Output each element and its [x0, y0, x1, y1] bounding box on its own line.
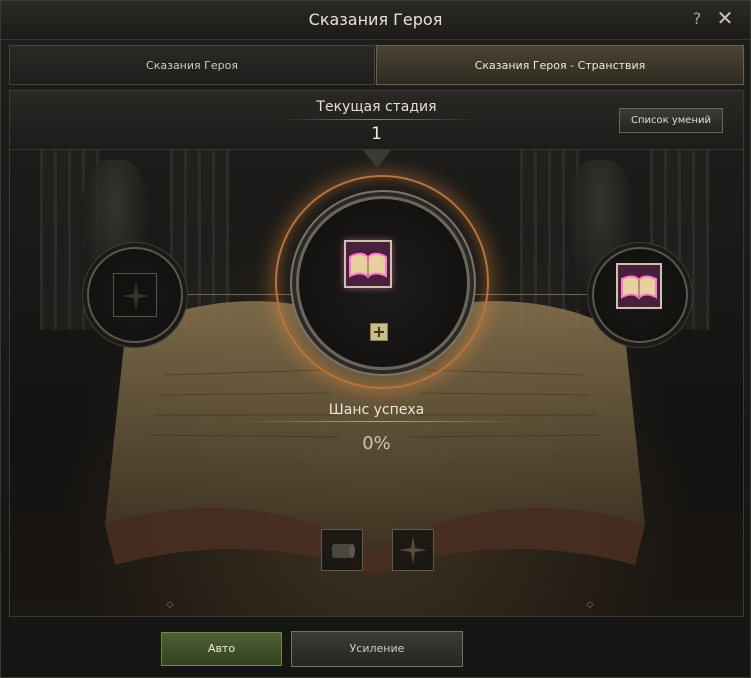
- tab-hero-tales[interactable]: Сказания Героя: [9, 45, 375, 85]
- previous-stage-node[interactable]: [87, 247, 183, 343]
- add-item-button[interactable]: +: [370, 323, 388, 341]
- enhance-button[interactable]: Усиление: [291, 631, 463, 667]
- tab-hero-tales-wanderings[interactable]: Сказания Героя - Странствия: [376, 45, 744, 85]
- material-slot-compass[interactable]: [392, 529, 434, 571]
- tab-bar: Сказания Героя Сказания Героя - Странств…: [9, 45, 744, 87]
- pink-book-icon: [618, 265, 660, 307]
- previous-stage-slot: [113, 273, 157, 317]
- hero-tales-window: Сказания Героя ? ✕ Сказания Героя Сказан…: [0, 0, 751, 678]
- success-chance-label: Шанс успеха: [328, 402, 425, 418]
- scroll-icon: [332, 544, 355, 558]
- current-stage-item[interactable]: [344, 240, 392, 288]
- material-slot-scroll[interactable]: [321, 529, 363, 571]
- close-icon[interactable]: ✕: [714, 7, 736, 29]
- divider: [240, 421, 520, 422]
- auto-button[interactable]: Авто: [161, 632, 282, 666]
- window-title: Сказания Героя: [308, 10, 443, 29]
- next-stage-item[interactable]: [616, 263, 662, 309]
- skill-list-button[interactable]: Список умений: [619, 108, 723, 133]
- success-chance-value: 0%: [362, 433, 391, 454]
- title-bar: Сказания Героя ? ✕: [1, 1, 750, 40]
- stage-header: Текущая стадия 1 Список умений: [10, 91, 743, 150]
- pink-book-icon: [346, 242, 390, 286]
- compass-star-icon: [399, 536, 427, 564]
- compass-star-icon: [122, 282, 150, 310]
- main-panel: Текущая стадия 1 Список умений + Шанс ус…: [9, 90, 744, 617]
- decorative-diamond-icon: ◇: [166, 600, 174, 610]
- stage-pointer-icon: [363, 150, 391, 168]
- help-icon[interactable]: ?: [688, 9, 706, 29]
- scene-background: + Шанс успеха 0% ◇ ◇: [10, 150, 743, 616]
- divider: [280, 119, 476, 120]
- decorative-diamond-icon: ◇: [586, 600, 594, 610]
